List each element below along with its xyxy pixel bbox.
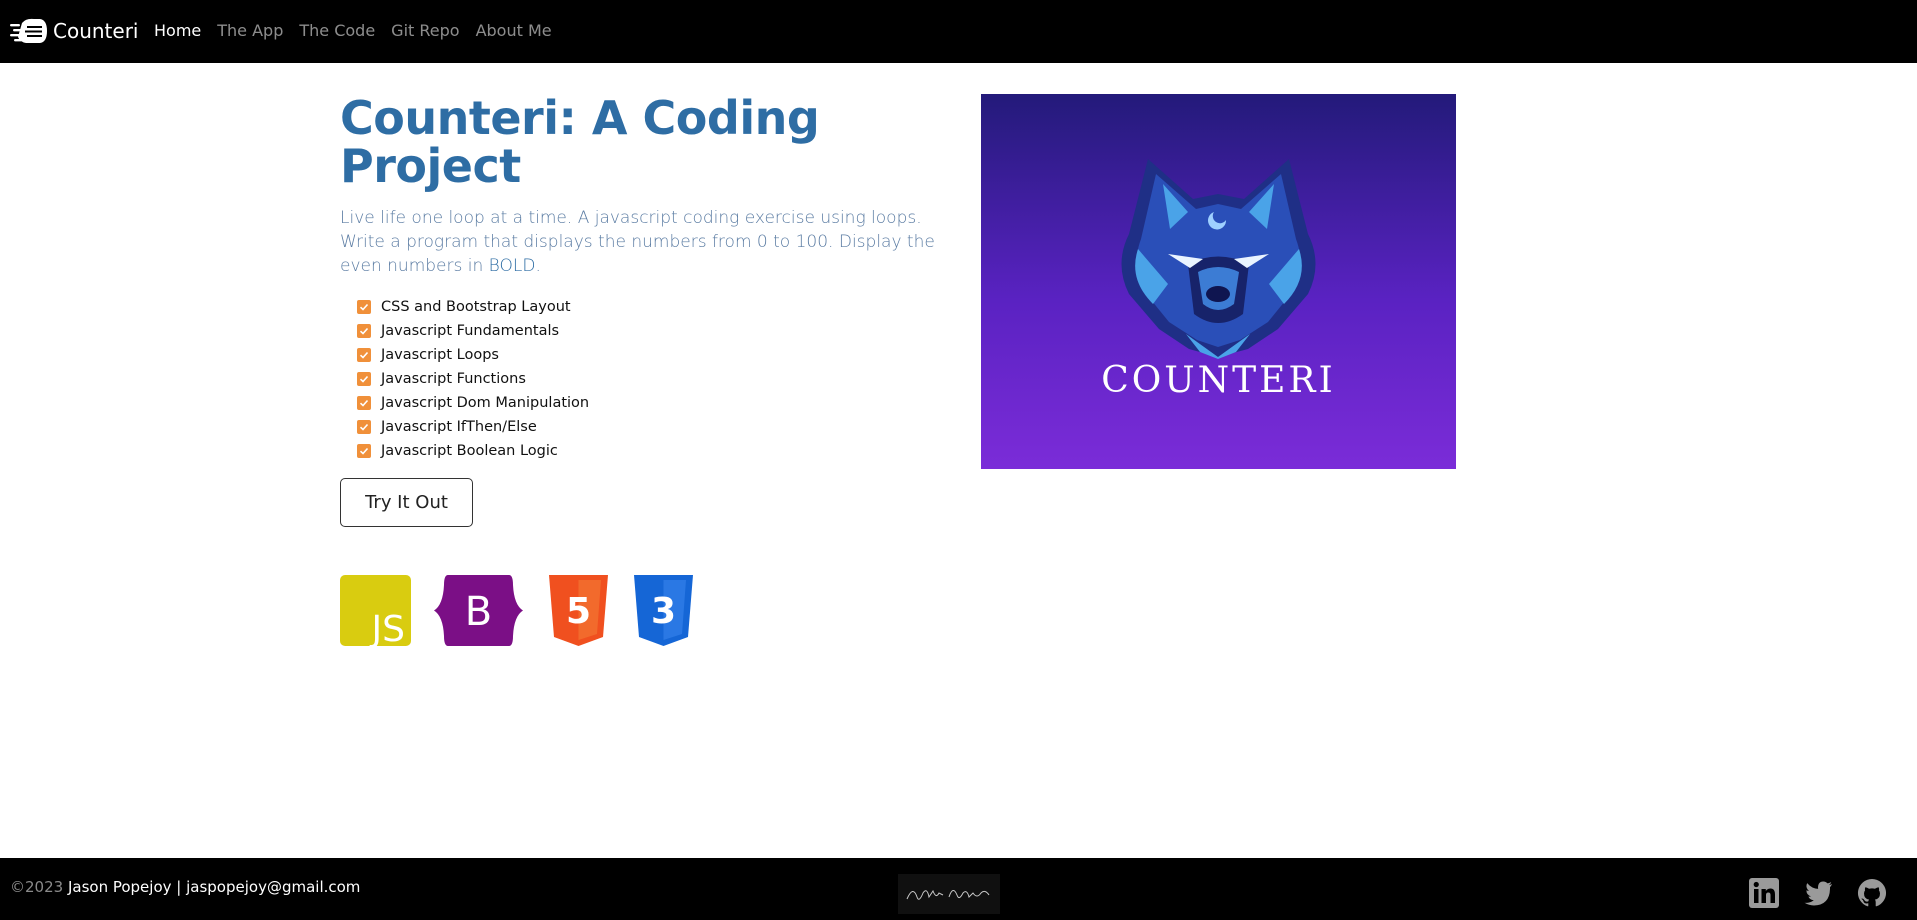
list-item: Javascript Boolean Logic — [357, 439, 589, 463]
list-item: Javascript Fundamentals — [357, 319, 589, 343]
checkbox-icon — [357, 444, 371, 458]
css3-label: 3 — [651, 591, 676, 632]
lead-end: . — [535, 256, 541, 276]
html5-icon: 5 — [549, 575, 608, 646]
twitter-icon[interactable] — [1803, 878, 1833, 908]
nav-the-app[interactable]: The App — [217, 20, 283, 42]
checkbox-icon — [357, 420, 371, 434]
checkbox-icon — [357, 324, 371, 338]
wolf-icon — [1121, 159, 1316, 359]
linkedin-icon[interactable] — [1749, 878, 1779, 908]
lead-text: Live life one loop at a time. A javascri… — [340, 208, 935, 276]
feature-label: Javascript Functions — [381, 371, 526, 387]
list-item: Javascript Functions — [357, 367, 589, 391]
nav-home[interactable]: Home — [154, 20, 201, 42]
list-item: Javascript Dom Manipulation — [357, 391, 589, 415]
feature-label: Javascript Dom Manipulation — [381, 395, 590, 411]
footer: ©2023 Jason Popejoy | jaspopejoy@gmail.c… — [0, 858, 1917, 920]
nav-the-code[interactable]: The Code — [299, 20, 375, 42]
nav-git-repo[interactable]: Git Repo — [391, 20, 459, 42]
try-it-out-button[interactable]: Try It Out — [340, 478, 473, 527]
feature-label: Javascript IfThen/Else — [381, 419, 537, 435]
author-contact[interactable]: Jason Popejoy | jaspopejoy@gmail.com — [68, 878, 360, 896]
checkbox-icon — [357, 396, 371, 410]
signature-icon — [906, 889, 990, 900]
lead-bold-word: BOLD — [488, 256, 536, 276]
brand-logo-icon — [10, 18, 47, 43]
feature-label: Javascript Boolean Logic — [381, 443, 558, 459]
hero-image: COUNTERI — [981, 94, 1456, 469]
copyright-year: ©2023 — [10, 878, 64, 896]
footer-copyright: ©2023 Jason Popejoy | jaspopejoy@gmail.c… — [10, 878, 360, 896]
feature-label: Javascript Loops — [381, 347, 499, 363]
lead-paragraph: Live life one loop at a time. A javascri… — [340, 206, 940, 278]
html5-label: 5 — [566, 591, 591, 632]
bootstrap-icon: B — [434, 575, 523, 646]
bootstrap-label: B — [465, 589, 492, 635]
signature — [898, 874, 1000, 914]
nav-links: Home The App The Code Git Repo About Me — [154, 20, 568, 42]
list-item: Javascript Loops — [357, 343, 589, 367]
js-label: JS — [370, 609, 405, 646]
css3-icon: 3 — [634, 575, 693, 646]
checkbox-icon — [357, 372, 371, 386]
hero-logo-text: COUNTERI — [1101, 360, 1336, 401]
checkbox-icon — [357, 300, 371, 314]
page-title: Counteri: A Coding Project — [340, 91, 820, 193]
feature-label: CSS and Bootstrap Layout — [381, 299, 571, 315]
javascript-icon: JS — [340, 575, 411, 646]
feature-label: Javascript Fundamentals — [381, 323, 560, 339]
list-item: CSS and Bootstrap Layout — [357, 295, 589, 319]
brand[interactable]: Counteri — [10, 14, 138, 48]
nav-about-me[interactable]: About Me — [476, 20, 552, 42]
list-item: Javascript IfThen/Else — [357, 415, 589, 439]
navbar: Counteri Home The App The Code Git Repo … — [0, 0, 1917, 63]
github-icon[interactable] — [1857, 878, 1887, 908]
brand-name: Counteri — [53, 19, 139, 43]
checkbox-icon — [357, 348, 371, 362]
feature-list: CSS and Bootstrap Layout Javascript Fund… — [357, 295, 589, 463]
